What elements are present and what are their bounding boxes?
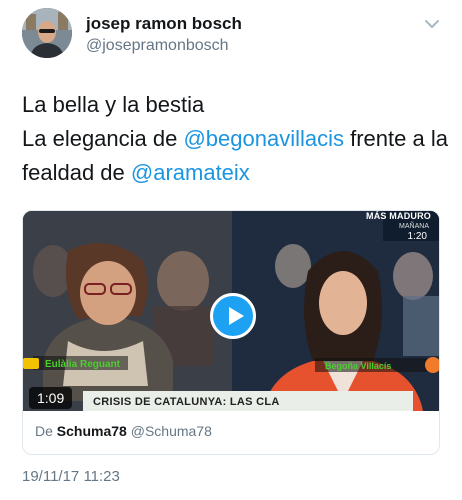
- video-duration: 1:09: [29, 387, 73, 409]
- tweet-text: La bella y la bestia La elegancia de @be…: [22, 88, 452, 190]
- tweet-text-fragment: fealdad de: [22, 160, 131, 185]
- source-handle[interactable]: @Schuma78: [131, 423, 212, 439]
- author-handle[interactable]: @josepramonbosch: [86, 36, 242, 56]
- play-button[interactable]: [210, 293, 256, 339]
- tweet-line-3: fealdad de @aramateix: [22, 156, 452, 190]
- tweet-line-2: La elegancia de @begonavillacis frente a…: [22, 122, 452, 156]
- tweet-line-1: La bella y la bestia: [22, 92, 205, 117]
- media-card[interactable]: MÁS MADURO MAÑANA 1:20 Eulàlia Reguant B…: [22, 210, 440, 455]
- left-caption: Eulàlia Reguant: [45, 359, 121, 370]
- mention-link[interactable]: @begonavillacis: [183, 126, 344, 151]
- author-display-name[interactable]: josep ramon bosch: [86, 14, 242, 34]
- media-attribution: De Schuma78 @Schuma78: [35, 423, 212, 439]
- video-player[interactable]: MÁS MADURO MAÑANA 1:20 Eulàlia Reguant B…: [23, 211, 439, 411]
- attribution-prefix: De: [35, 423, 53, 439]
- tweet-timestamp[interactable]: 19/11/17 11:23: [22, 468, 120, 485]
- channel-time: 1:20: [407, 231, 427, 242]
- mention-link[interactable]: @aramateix: [131, 160, 250, 185]
- chevron-down-icon[interactable]: [422, 14, 442, 34]
- source-name[interactable]: Schuma78: [57, 423, 127, 439]
- channel-subtitle: MAÑANA: [399, 223, 429, 230]
- avatar[interactable]: [22, 8, 72, 58]
- tweet-text-fragment: frente a la: [344, 126, 448, 151]
- avatar-photo-icon: [22, 8, 72, 58]
- play-icon: [229, 307, 244, 325]
- tweet-header: josep ramon bosch @josepramonbosch: [22, 8, 442, 64]
- news-ticker: CRISIS DE CATALUNYA: LAS CLA: [93, 396, 280, 408]
- tweet-text-fragment: La elegancia de: [22, 126, 184, 151]
- channel-title: MÁS MADURO: [366, 211, 431, 221]
- right-caption: Begoña Villacís: [325, 361, 392, 371]
